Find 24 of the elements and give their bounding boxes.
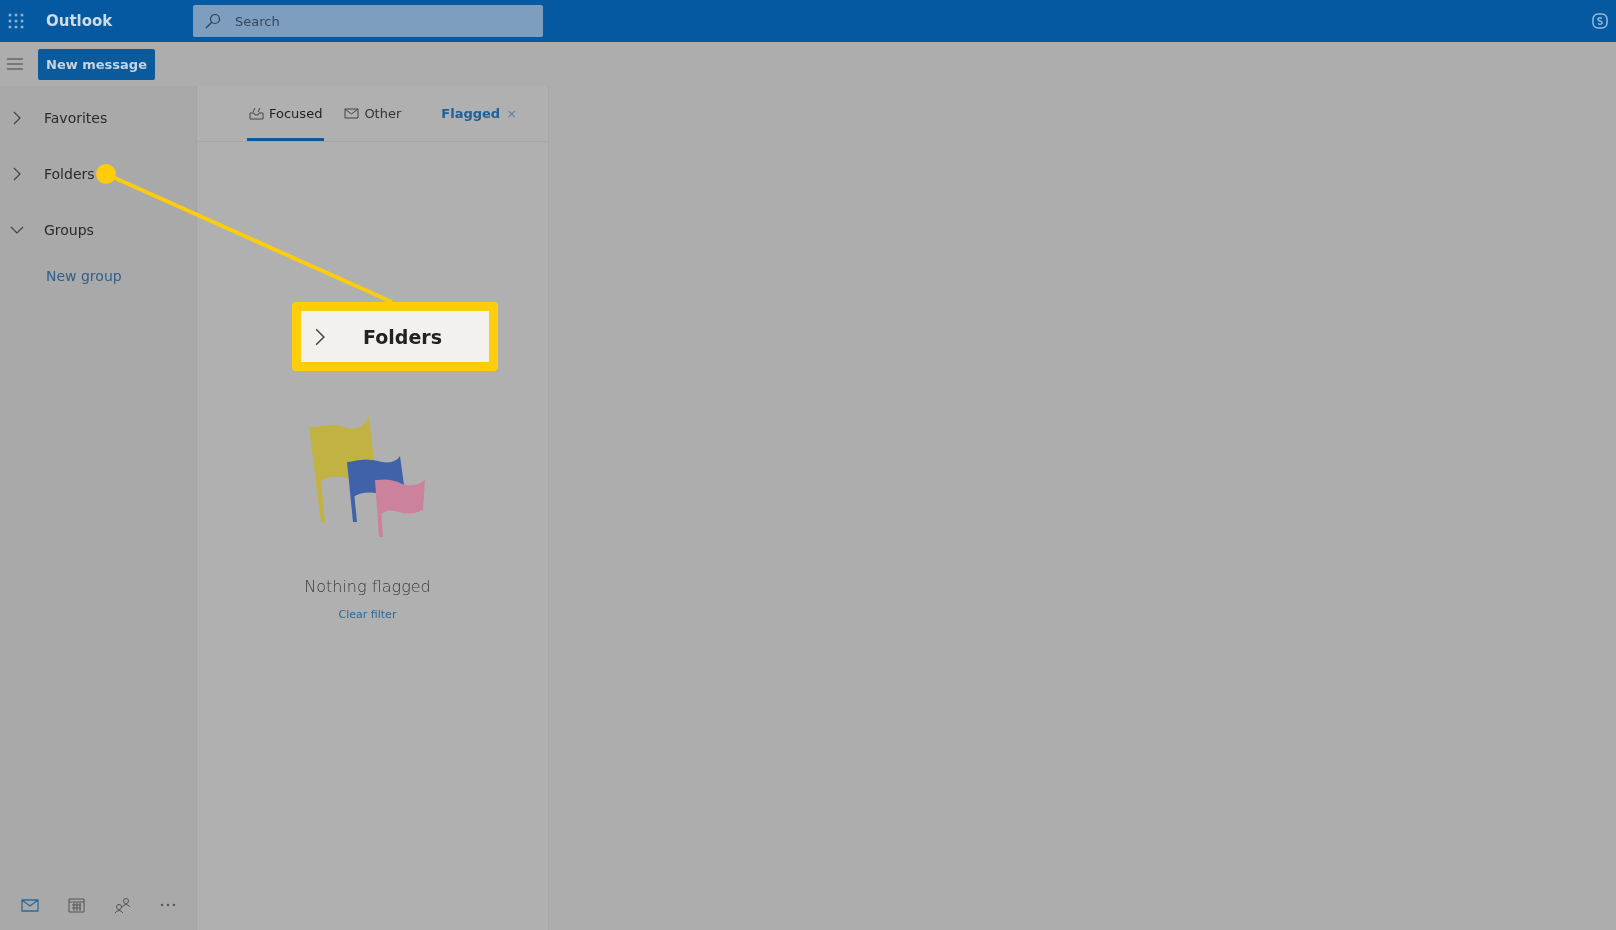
envelope-icon bbox=[344, 107, 360, 120]
search-field[interactable]: Search bbox=[193, 5, 543, 37]
inbox-icon bbox=[249, 107, 264, 120]
mail-nav-button[interactable] bbox=[20, 898, 39, 912]
app-launcher-icon[interactable] bbox=[8, 13, 24, 29]
mail-tab[interactable]: Other bbox=[342, 86, 404, 141]
people-icon bbox=[113, 896, 131, 914]
sidebar-item[interactable]: Favorites bbox=[0, 90, 196, 146]
mail-tab[interactable]: Focused bbox=[247, 86, 325, 141]
more-nav-button[interactable] bbox=[159, 903, 176, 907]
app-title: Outlook bbox=[46, 12, 114, 30]
people-nav-button[interactable] bbox=[113, 896, 131, 914]
calendar-nav-button[interactable] bbox=[67, 897, 85, 913]
new-message-button[interactable]: New message bbox=[38, 48, 155, 80]
calendar-icon bbox=[67, 897, 85, 913]
mail-icon bbox=[20, 898, 39, 912]
empty-message: Nothing flagged bbox=[304, 577, 431, 596]
sidebar-item[interactable]: Groups bbox=[0, 202, 196, 258]
menu-icon[interactable] bbox=[7, 58, 23, 70]
search-icon bbox=[205, 13, 221, 29]
filter-button[interactable]: Flagged bbox=[441, 86, 501, 141]
chat-icon[interactable] bbox=[1592, 13, 1608, 29]
more-icon bbox=[159, 903, 176, 907]
callout-label: Folders bbox=[363, 325, 442, 348]
